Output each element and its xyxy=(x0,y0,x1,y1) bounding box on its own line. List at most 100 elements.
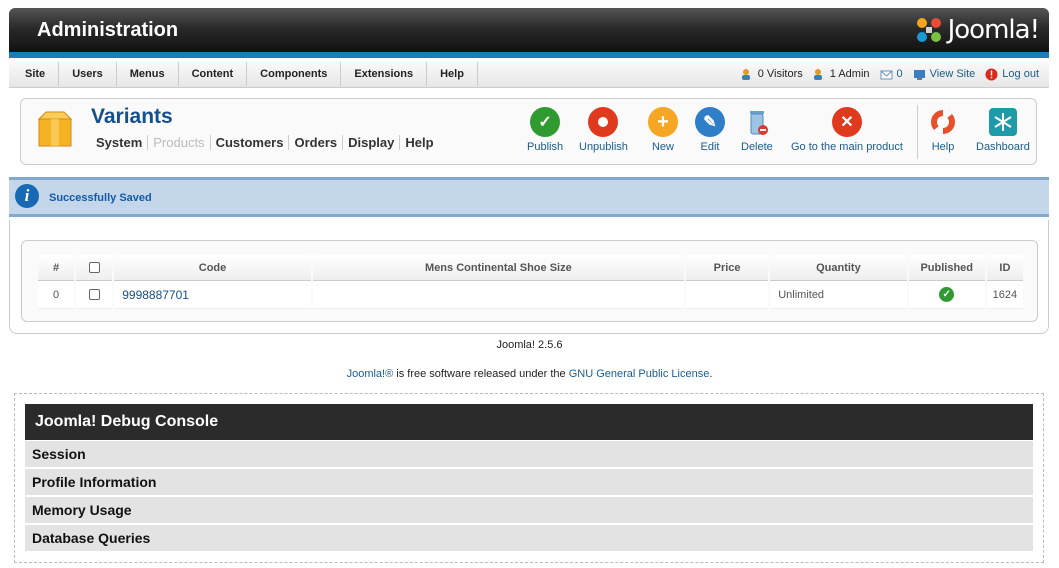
menu-item-site[interactable]: Site xyxy=(12,62,60,86)
logout-icon xyxy=(985,68,998,80)
check-icon: ✓ xyxy=(530,107,561,137)
col-num: # xyxy=(38,255,75,281)
messages-status[interactable]: 0 xyxy=(880,68,903,81)
dashboard-button[interactable]: Dashboard xyxy=(976,107,1030,153)
row-id: 1624 xyxy=(986,281,1023,309)
dashboard-icon xyxy=(988,108,1017,136)
row-published[interactable]: ✓ xyxy=(908,281,985,309)
debug-section-session[interactable]: Session xyxy=(25,441,1033,467)
help-button[interactable]: Help xyxy=(928,107,958,153)
joomla-logo-icon xyxy=(916,18,941,42)
col-size[interactable]: Mens Continental Shoe Size xyxy=(312,255,684,281)
unpublish-label: Unpublish xyxy=(579,141,628,153)
debug-section-memory[interactable]: Memory Usage xyxy=(25,497,1033,523)
messages-icon xyxy=(880,70,893,79)
visitors-count: 0 Visitors xyxy=(757,68,803,80)
col-quantity[interactable]: Quantity xyxy=(770,255,907,281)
debug-section-profile[interactable]: Profile Information xyxy=(25,469,1033,495)
list-container: # Code Mens Continental Shoe Size Price … xyxy=(9,220,1049,334)
license-body: is free software released under the xyxy=(393,368,569,380)
admins-icon xyxy=(813,68,822,80)
delete-label: Delete xyxy=(741,141,773,153)
delete-button[interactable]: Delete xyxy=(741,107,773,153)
subnav-orders[interactable]: Orders xyxy=(289,135,344,150)
unpublish-button[interactable]: Unpublish xyxy=(579,107,628,153)
license-end: . xyxy=(709,368,713,380)
published-check-icon[interactable]: ✓ xyxy=(939,287,955,302)
plus-icon: + xyxy=(648,107,678,137)
main-menu: Site Users Menus Content Components Exte… xyxy=(12,61,478,87)
row-checkbox[interactable] xyxy=(88,289,100,301)
visitors-status: 0 Visitors xyxy=(741,68,803,81)
logout-link[interactable]: Log out xyxy=(985,68,1039,81)
select-all-checkbox[interactable] xyxy=(88,262,100,274)
cancel-icon: ✕ xyxy=(831,107,862,137)
list-frame: # Code Mens Continental Shoe Size Price … xyxy=(21,240,1038,322)
info-icon: i xyxy=(15,184,39,208)
subnav-products[interactable]: Products xyxy=(148,135,211,150)
status-bar: 0 Visitors 1 Admin 0 View Site Log out xyxy=(741,61,1039,87)
main-menubar: Site Users Menus Content Components Exte… xyxy=(9,61,1049,88)
admin-header: Administration Joomla! xyxy=(9,8,1049,58)
toolbar-panel: Variants System Products Customers Order… xyxy=(20,98,1037,165)
joomla-link[interactable]: Joomla!® xyxy=(347,368,394,380)
goto-main-product-button[interactable]: ✕ Go to the main product xyxy=(791,107,903,153)
messages-count: 0 xyxy=(896,68,903,80)
col-code[interactable]: Code xyxy=(114,255,311,281)
version-text: Joomla! 2.5.6 xyxy=(496,339,563,351)
lifebuoy-icon xyxy=(931,109,955,135)
menu-item-content[interactable]: Content xyxy=(179,62,248,86)
dashboard-label: Dashboard xyxy=(976,141,1030,153)
row-price xyxy=(685,281,769,309)
subnav-system[interactable]: System xyxy=(96,135,149,150)
menu-item-extensions[interactable]: Extensions xyxy=(341,62,428,86)
pencil-icon: ✎ xyxy=(695,107,725,137)
subnav-customers[interactable]: Customers xyxy=(211,135,290,150)
logo-wordmark: Joomla! xyxy=(947,15,1040,45)
col-id[interactable]: ID xyxy=(986,255,1023,281)
joomla-logo[interactable]: Joomla! xyxy=(914,14,1040,46)
view-site-link[interactable]: View Site xyxy=(913,68,976,81)
admins-count: 1 Admin xyxy=(829,68,870,80)
row-size xyxy=(312,281,684,309)
col-price[interactable]: Price xyxy=(685,255,769,281)
trash-icon xyxy=(749,111,768,135)
visitors-icon xyxy=(741,68,750,80)
col-select-all[interactable] xyxy=(76,255,113,281)
subnav-display[interactable]: Display xyxy=(343,135,401,150)
publish-button[interactable]: ✓ Publish xyxy=(527,107,563,153)
new-button[interactable]: + New xyxy=(648,107,678,153)
menu-item-components[interactable]: Components xyxy=(247,62,342,86)
menu-item-help[interactable]: Help xyxy=(427,62,478,86)
system-message: i Successfully Saved xyxy=(9,177,1049,217)
message-text: Successfully Saved xyxy=(49,192,152,204)
page-title: Variants xyxy=(91,105,173,128)
view-site-label: View Site xyxy=(929,68,976,80)
menu-item-users[interactable]: Users xyxy=(59,62,117,86)
debug-console-title: Joomla! Debug Console xyxy=(25,404,1033,440)
new-label: New xyxy=(651,141,674,153)
license-text: Joomla!® is free software released under… xyxy=(0,368,1059,380)
subnav-help[interactable]: Help xyxy=(400,135,438,150)
publish-label: Publish xyxy=(527,141,564,153)
row-quantity: Unlimited xyxy=(770,281,907,309)
logout-label: Log out xyxy=(1002,68,1039,80)
variants-table: # Code Mens Continental Shoe Size Price … xyxy=(36,255,1025,309)
edit-button[interactable]: ✎ Edit xyxy=(695,107,725,153)
debug-section-queries[interactable]: Database Queries xyxy=(25,525,1033,551)
toolbar-separator xyxy=(917,105,918,159)
gpl-link[interactable]: GNU General Public License xyxy=(569,368,710,380)
debug-console: Joomla! Debug Console Session Profile In… xyxy=(14,393,1044,563)
row-code-link[interactable]: 9998887701 xyxy=(114,281,311,309)
row-select[interactable] xyxy=(76,281,113,309)
stop-icon xyxy=(588,107,619,137)
sub-navigation: System Products Customers Orders Display… xyxy=(96,135,439,150)
variants-box-icon xyxy=(38,111,72,147)
header-title: Administration xyxy=(37,19,179,41)
menu-item-menus[interactable]: Menus xyxy=(117,62,179,86)
edit-label: Edit xyxy=(700,141,720,153)
goto-main-label: Go to the main product xyxy=(791,141,903,153)
table-header-row: # Code Mens Continental Shoe Size Price … xyxy=(38,255,1023,281)
table-row: 0 9998887701 Unlimited ✓ 1624 xyxy=(38,281,1023,309)
col-published[interactable]: Published xyxy=(908,255,985,281)
